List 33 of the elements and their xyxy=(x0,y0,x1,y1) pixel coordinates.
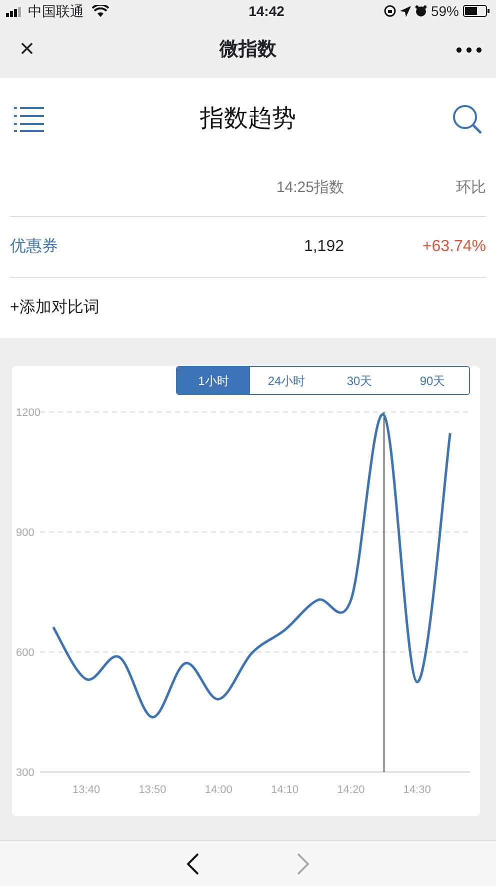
x-axis-label: 14:10 xyxy=(271,784,299,796)
index-value: 1,192 xyxy=(302,237,344,257)
column-header: 环比 xyxy=(455,178,486,198)
clock: 14:42 xyxy=(248,2,284,20)
battery-icon xyxy=(463,5,490,17)
x-axis-label: 14:00 xyxy=(204,784,232,796)
menu-icon[interactable] xyxy=(14,106,44,132)
add-compare-link[interactable]: +添加对比词 xyxy=(10,296,100,320)
y-axis-label: 900 xyxy=(16,527,34,539)
x-axis-label: 13:50 xyxy=(138,784,166,796)
x-axis-label: 14:30 xyxy=(403,784,431,796)
page-title: 微指数 xyxy=(220,38,276,62)
close-button[interactable]: × xyxy=(14,37,40,63)
rotation-lock-icon xyxy=(384,5,396,17)
y-axis-label: 1200 xyxy=(16,407,40,419)
x-axis-label: 14:20 xyxy=(337,784,365,796)
signal-icon xyxy=(6,6,24,16)
section-title: 指数趋势 xyxy=(200,104,296,134)
back-icon[interactable] xyxy=(186,852,200,874)
y-axis-label: 300 xyxy=(16,767,34,779)
keyword-link[interactable]: 优惠券 xyxy=(10,235,58,259)
location-icon xyxy=(400,6,411,16)
wifi-icon xyxy=(92,5,109,17)
alarm-icon xyxy=(414,5,427,17)
range-tab[interactable]: 1小时 xyxy=(177,367,250,394)
x-axis-label: 13:40 xyxy=(72,784,100,796)
column-header: 14:25指数 xyxy=(275,178,344,198)
change-value: +63.74% xyxy=(421,237,486,257)
carrier-name: 中国联通 xyxy=(28,2,84,20)
y-axis-label: 600 xyxy=(16,647,34,659)
more-icon[interactable] xyxy=(456,47,482,53)
battery-percent: 59% xyxy=(430,2,459,20)
search-icon[interactable] xyxy=(452,104,482,134)
